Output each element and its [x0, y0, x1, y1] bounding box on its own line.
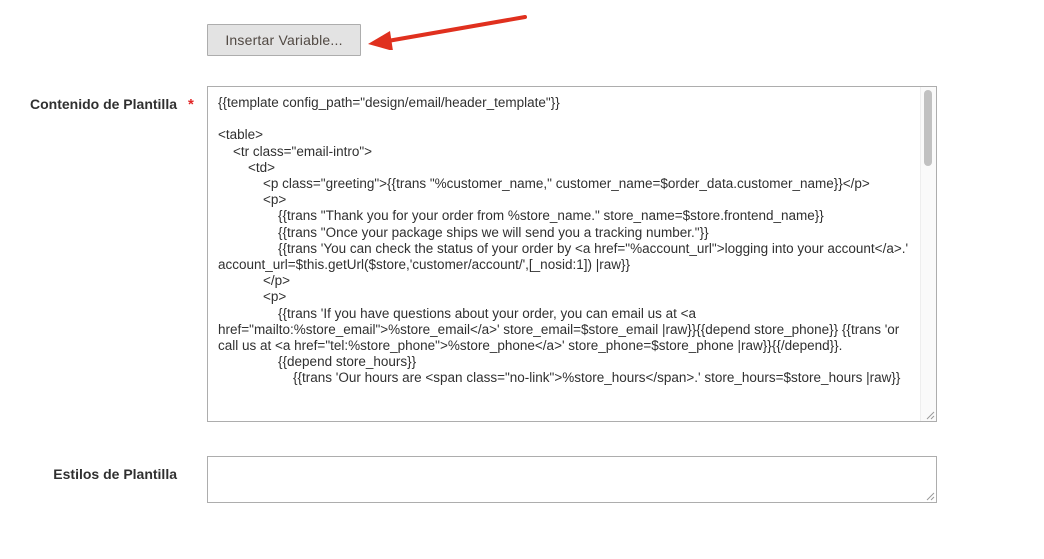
- template-styles-label: Estilos de Plantilla: [53, 466, 177, 482]
- annotation-arrow: [368, 15, 527, 50]
- insert-variable-button[interactable]: Insertar Variable...: [207, 24, 361, 56]
- required-indicator: *: [188, 96, 194, 113]
- resize-handle-icon[interactable]: [925, 491, 935, 501]
- resize-handle-icon[interactable]: [925, 410, 935, 420]
- textarea-scrollbar[interactable]: [920, 87, 936, 421]
- template-content-text[interactable]: {{template config_path="design/email/hea…: [208, 87, 936, 387]
- template-styles-textarea[interactable]: [207, 456, 937, 503]
- template-content-textarea[interactable]: {{template config_path="design/email/hea…: [207, 86, 937, 422]
- scrollbar-thumb[interactable]: [924, 90, 932, 166]
- template-content-label: Contenido de Plantilla: [29, 96, 177, 112]
